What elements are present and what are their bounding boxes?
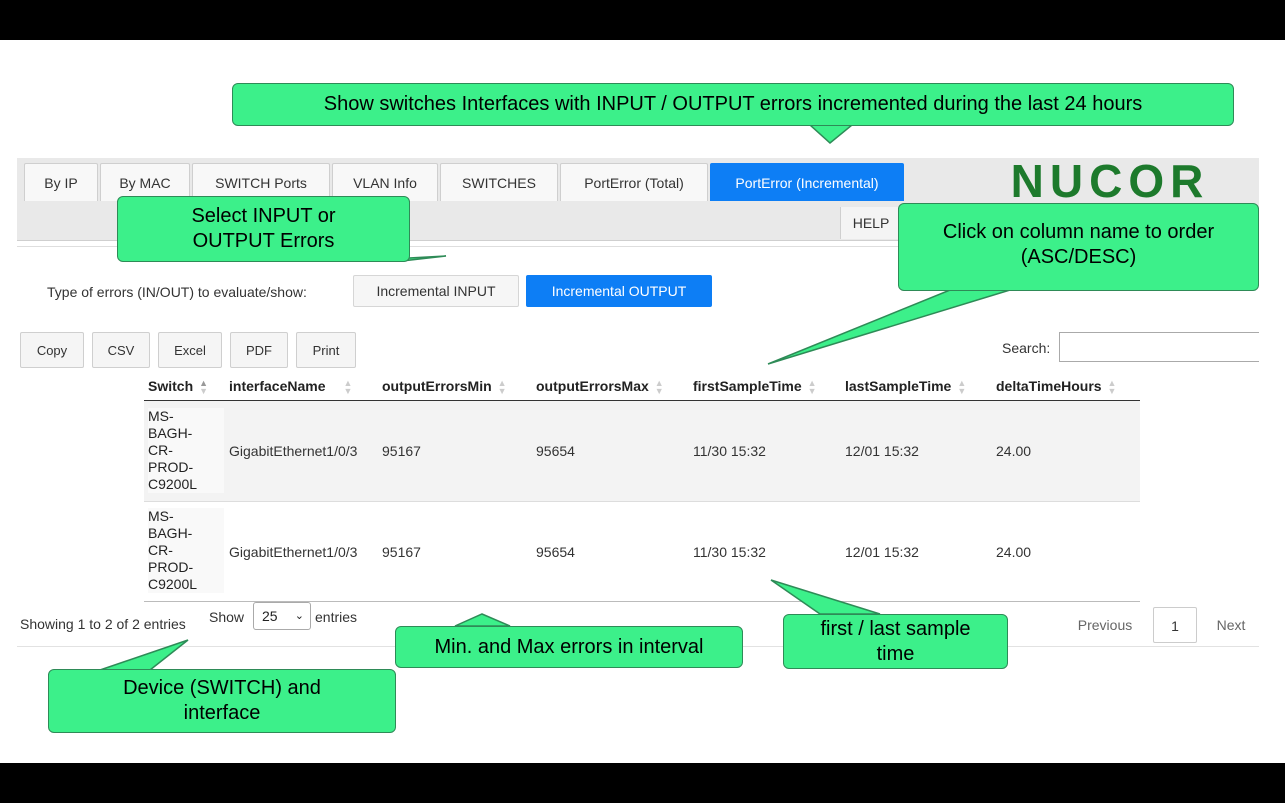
callout-line: (ASC/DESC) — [1020, 246, 1137, 268]
callout-column-order: Click on column name to order (ASC/DESC) — [898, 203, 1259, 291]
callout-line: Select INPUT or — [191, 205, 336, 227]
callout-sample-time: first / last sample time — [783, 614, 1008, 669]
minmax-callout-pointer — [454, 613, 511, 627]
callout-line: Device (SWITCH) and — [123, 677, 321, 699]
callout-device-interface: Device (SWITCH) and interface — [48, 669, 396, 733]
callout-top-description: Show switches Interfaces with INPUT / OU… — [232, 83, 1234, 126]
callout-minmax: Min. and Max errors in interval — [395, 626, 743, 668]
sample-callout-pointer — [770, 579, 881, 615]
callout-line: first / last sample — [820, 618, 971, 640]
device-callout-pointer — [99, 639, 189, 671]
order-callout-pointer — [767, 289, 1011, 365]
callout-line: time — [876, 643, 915, 665]
callout-line: OUTPUT Errors — [192, 230, 335, 252]
callout-select-errors: Select INPUT or OUTPUT Errors — [117, 196, 410, 262]
top-callout-pointer — [808, 124, 855, 144]
callout-line: Click on column name to order — [942, 221, 1215, 243]
callout-line: interface — [183, 702, 261, 724]
